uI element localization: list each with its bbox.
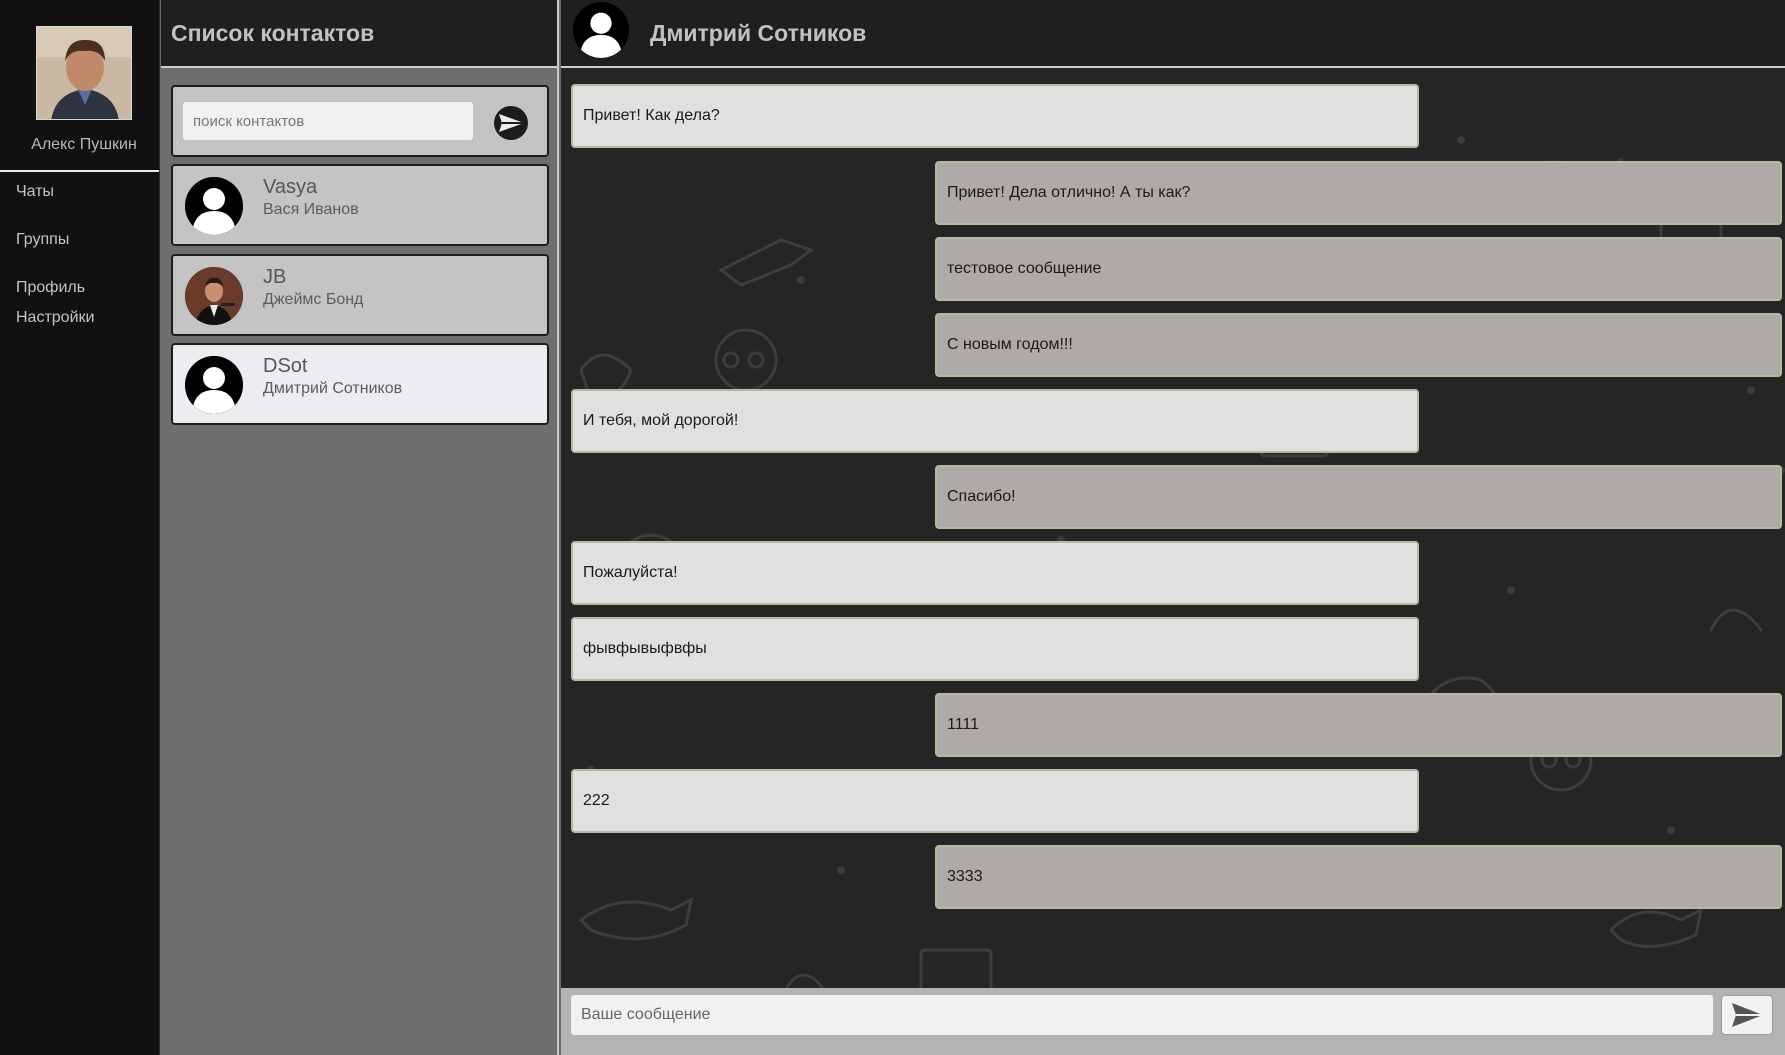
- message-outgoing: Спасибо!: [935, 465, 1782, 529]
- nav-item-settings[interactable]: Настройки: [16, 309, 94, 327]
- contact-nickname: JB: [263, 266, 287, 288]
- user-name: Алекс Пушкин: [31, 136, 137, 153]
- message-outgoing: 1111: [935, 693, 1782, 757]
- send-arrow-icon: [494, 106, 528, 140]
- message-input[interactable]: [571, 995, 1713, 1035]
- send-arrow-icon: [1732, 1003, 1763, 1027]
- contact-search-button[interactable]: [493, 105, 529, 141]
- contact-item-active[interactable]: DSot Дмитрий Сотников: [171, 343, 549, 425]
- user-avatar[interactable]: [36, 26, 132, 120]
- contacts-header: Список контактов: [161, 0, 557, 68]
- contacts-panel: Список контактов Vasya Вася Иванов JB Дж…: [161, 0, 559, 1055]
- message-incoming: Привет! Как дела?: [571, 84, 1419, 148]
- default-avatar-icon: [185, 356, 243, 414]
- message-incoming: И тебя, мой дорогой!: [571, 389, 1419, 453]
- message-incoming: фывфывыфвфы: [571, 617, 1419, 681]
- contact-full-name: Дмитрий Сотников: [263, 380, 403, 397]
- contact-nickname: Vasya: [263, 176, 318, 198]
- message-outgoing: тестовое сообщение: [935, 237, 1782, 301]
- default-avatar-icon: [185, 177, 243, 235]
- contact-nickname: DSot: [263, 355, 308, 377]
- chat-panel: Дмитрий Сотников Привет! Как дела? Приве…: [561, 0, 1785, 1055]
- send-button[interactable]: [1721, 995, 1773, 1035]
- contact-full-name: Джеймс Бонд: [263, 291, 364, 308]
- message-incoming: Пожалуйста!: [571, 541, 1419, 605]
- contact-item[interactable]: Vasya Вася Иванов: [171, 164, 549, 246]
- message-incoming: 222: [571, 769, 1419, 833]
- nav-item-groups[interactable]: Группы: [16, 231, 69, 249]
- left-nav: Алекс Пушкин Чаты Группы Профиль Настрой…: [0, 0, 160, 1055]
- contacts-title: Список контактов: [171, 20, 375, 46]
- message-outgoing: 3333: [935, 845, 1782, 909]
- user-profile: Алекс Пушкин: [0, 0, 159, 172]
- contact-search-input[interactable]: [183, 102, 473, 140]
- message-composer: [561, 988, 1785, 1055]
- nav-item-profile[interactable]: Профиль: [16, 279, 85, 297]
- contact-full-name: Вася Иванов: [263, 201, 359, 218]
- chat-title: Дмитрий Сотников: [650, 20, 867, 46]
- default-avatar-icon: [573, 2, 629, 58]
- message-list[interactable]: Привет! Как дела? Привет! Дела отлично! …: [561, 70, 1785, 988]
- nav-item-chats[interactable]: Чаты: [16, 183, 54, 201]
- contact-avatar: [185, 267, 243, 325]
- contact-item[interactable]: JB Джеймс Бонд: [171, 254, 549, 336]
- message-outgoing: Привет! Дела отлично! А ты как?: [935, 161, 1782, 225]
- contact-search: [171, 85, 549, 157]
- chat-header: Дмитрий Сотников: [561, 0, 1785, 68]
- message-outgoing: С новым годом!!!: [935, 313, 1782, 377]
